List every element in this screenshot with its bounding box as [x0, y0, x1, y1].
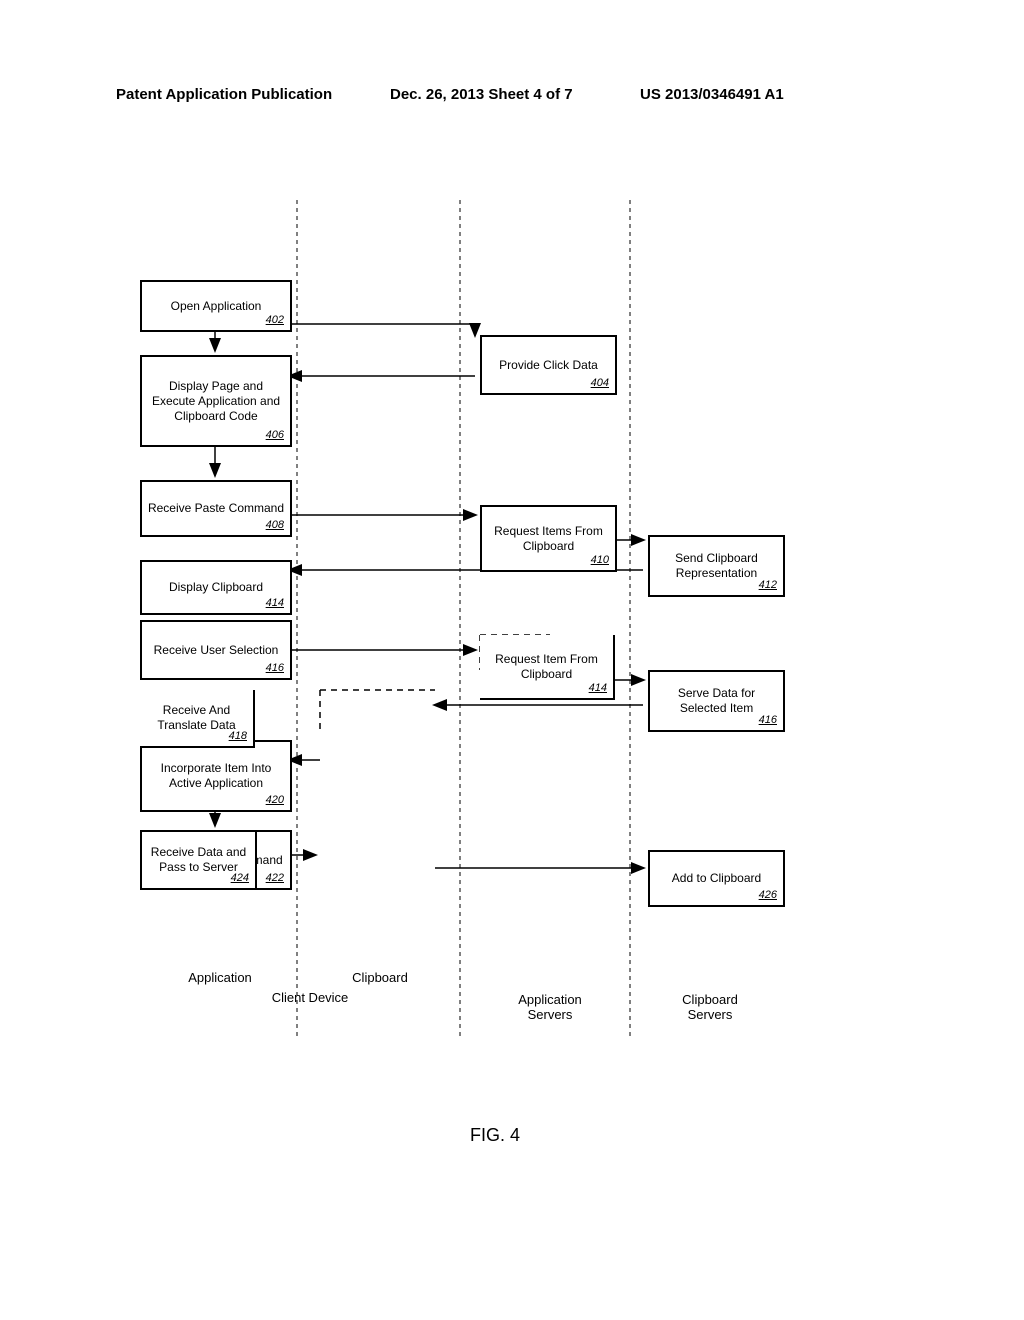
- box-text: Provide Click Data: [486, 358, 611, 373]
- box-text: Receive And Translate Data: [144, 703, 249, 733]
- box-num: 404: [591, 377, 609, 391]
- box-receive-paste: Receive Paste Command 408: [140, 480, 292, 537]
- box-display-page: Display Page and Execute Application and…: [140, 355, 292, 447]
- header-center: Dec. 26, 2013 Sheet 4 of 7: [390, 86, 573, 103]
- box-receive-user-selection: Receive User Selection 416: [140, 620, 292, 680]
- header-right: US 2013/0346491 A1: [640, 86, 784, 103]
- box-num: 424: [231, 872, 249, 886]
- box-request-item: Request Item From Clipboard 414: [480, 635, 615, 700]
- box-num: 410: [591, 554, 609, 568]
- box-request-items: Request Items From Clipboard 410: [480, 505, 617, 572]
- box-num: 426: [759, 889, 777, 903]
- box-incorporate-item: Incorporate Item Into Active Application…: [140, 740, 292, 812]
- box-num: 422: [266, 872, 284, 886]
- box-num: 416: [759, 714, 777, 728]
- lane-app-servers: Application Servers: [500, 992, 600, 1022]
- lane-client-device: Client Device: [240, 990, 380, 1005]
- box-text: Display Page and Execute Application and…: [146, 379, 286, 424]
- box-send-clipboard-rep: Send Clipboard Representation 412: [648, 535, 785, 597]
- box-text: Receive Paste Command: [146, 501, 286, 516]
- box-receive-translate: Receive And Translate Data 418: [140, 690, 255, 748]
- box-open-application: Open Application 402: [140, 280, 292, 332]
- box-num: 414: [589, 682, 607, 696]
- header-left: Patent Application Publication: [116, 86, 332, 103]
- box-text: Incorporate Item Into Active Application: [146, 761, 286, 791]
- box-text: Open Application: [146, 299, 286, 314]
- box-num: 402: [266, 314, 284, 328]
- box-num: 412: [759, 579, 777, 593]
- box-text: Receive Data and Pass to Server: [146, 845, 251, 875]
- box-text: Send Clipboard Representation: [654, 551, 779, 581]
- swimlane-diagram: Open Application 402 Display Page and Ex…: [140, 200, 890, 1070]
- box-receive-data-pass: Receive Data and Pass to Server 424: [140, 830, 257, 890]
- box-num: 418: [229, 730, 247, 744]
- box-text: Request Item From Clipboard: [484, 652, 609, 682]
- box-num: 416: [266, 662, 284, 676]
- box-num: 408: [266, 519, 284, 533]
- box-text: Serve Data for Selected Item: [654, 686, 779, 716]
- box-text: Request Items From Clipboard: [486, 524, 611, 554]
- box-add-to-clipboard: Add to Clipboard 426: [648, 850, 785, 907]
- lane-clipboard-servers: Clipboard Servers: [660, 992, 760, 1022]
- page: Patent Application Publication Dec. 26, …: [0, 0, 1024, 1320]
- box-num: 414: [266, 597, 284, 611]
- box-provide-click-data: Provide Click Data 404: [480, 335, 617, 395]
- box-text: Receive User Selection: [146, 643, 286, 658]
- figure-label: FIG. 4: [470, 1125, 520, 1146]
- lane-clipboard: Clipboard: [335, 970, 425, 985]
- lane-application: Application: [175, 970, 265, 985]
- box-num: 406: [266, 429, 284, 443]
- box-display-clipboard: Display Clipboard 414: [140, 560, 292, 615]
- box-num: 420: [266, 794, 284, 808]
- box-text: Display Clipboard: [146, 580, 286, 595]
- box-serve-data: Serve Data for Selected Item 416: [648, 670, 785, 732]
- box-text: Add to Clipboard: [654, 871, 779, 886]
